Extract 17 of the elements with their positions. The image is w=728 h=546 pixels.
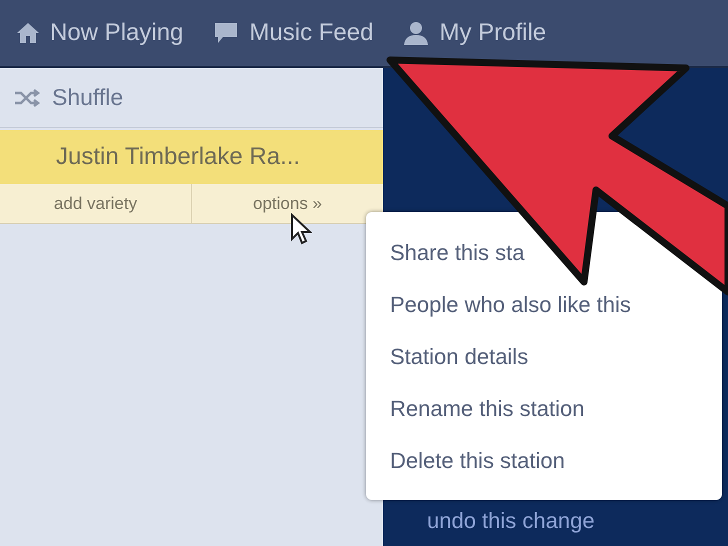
shuffle-icon — [14, 88, 40, 106]
speech-bubble-icon — [213, 21, 240, 45]
home-icon — [16, 22, 40, 44]
mouse-cursor-icon — [290, 213, 312, 245]
station-action-link[interactable]: add variety — [0, 184, 191, 223]
nav-link[interactable]: Music Feed — [213, 15, 374, 51]
station-item[interactable]: Justin Timberlake Ra... — [0, 130, 383, 184]
shuffle-button[interactable]: Shuffle — [0, 68, 383, 128]
menu-item[interactable]: Delete this station — [390, 444, 565, 476]
menu-item[interactable]: Station details — [390, 340, 528, 372]
menu-item[interactable]: People who also like this — [390, 288, 631, 320]
undo-link[interactable]: undo this change — [427, 504, 595, 537]
nav-link[interactable]: Now Playing — [16, 15, 184, 51]
nav-link[interactable]: My Profile — [403, 15, 546, 51]
person-icon — [403, 21, 430, 45]
menu-item[interactable]: Share this sta — [390, 236, 525, 268]
menu-item[interactable]: Rename this station — [390, 392, 584, 424]
